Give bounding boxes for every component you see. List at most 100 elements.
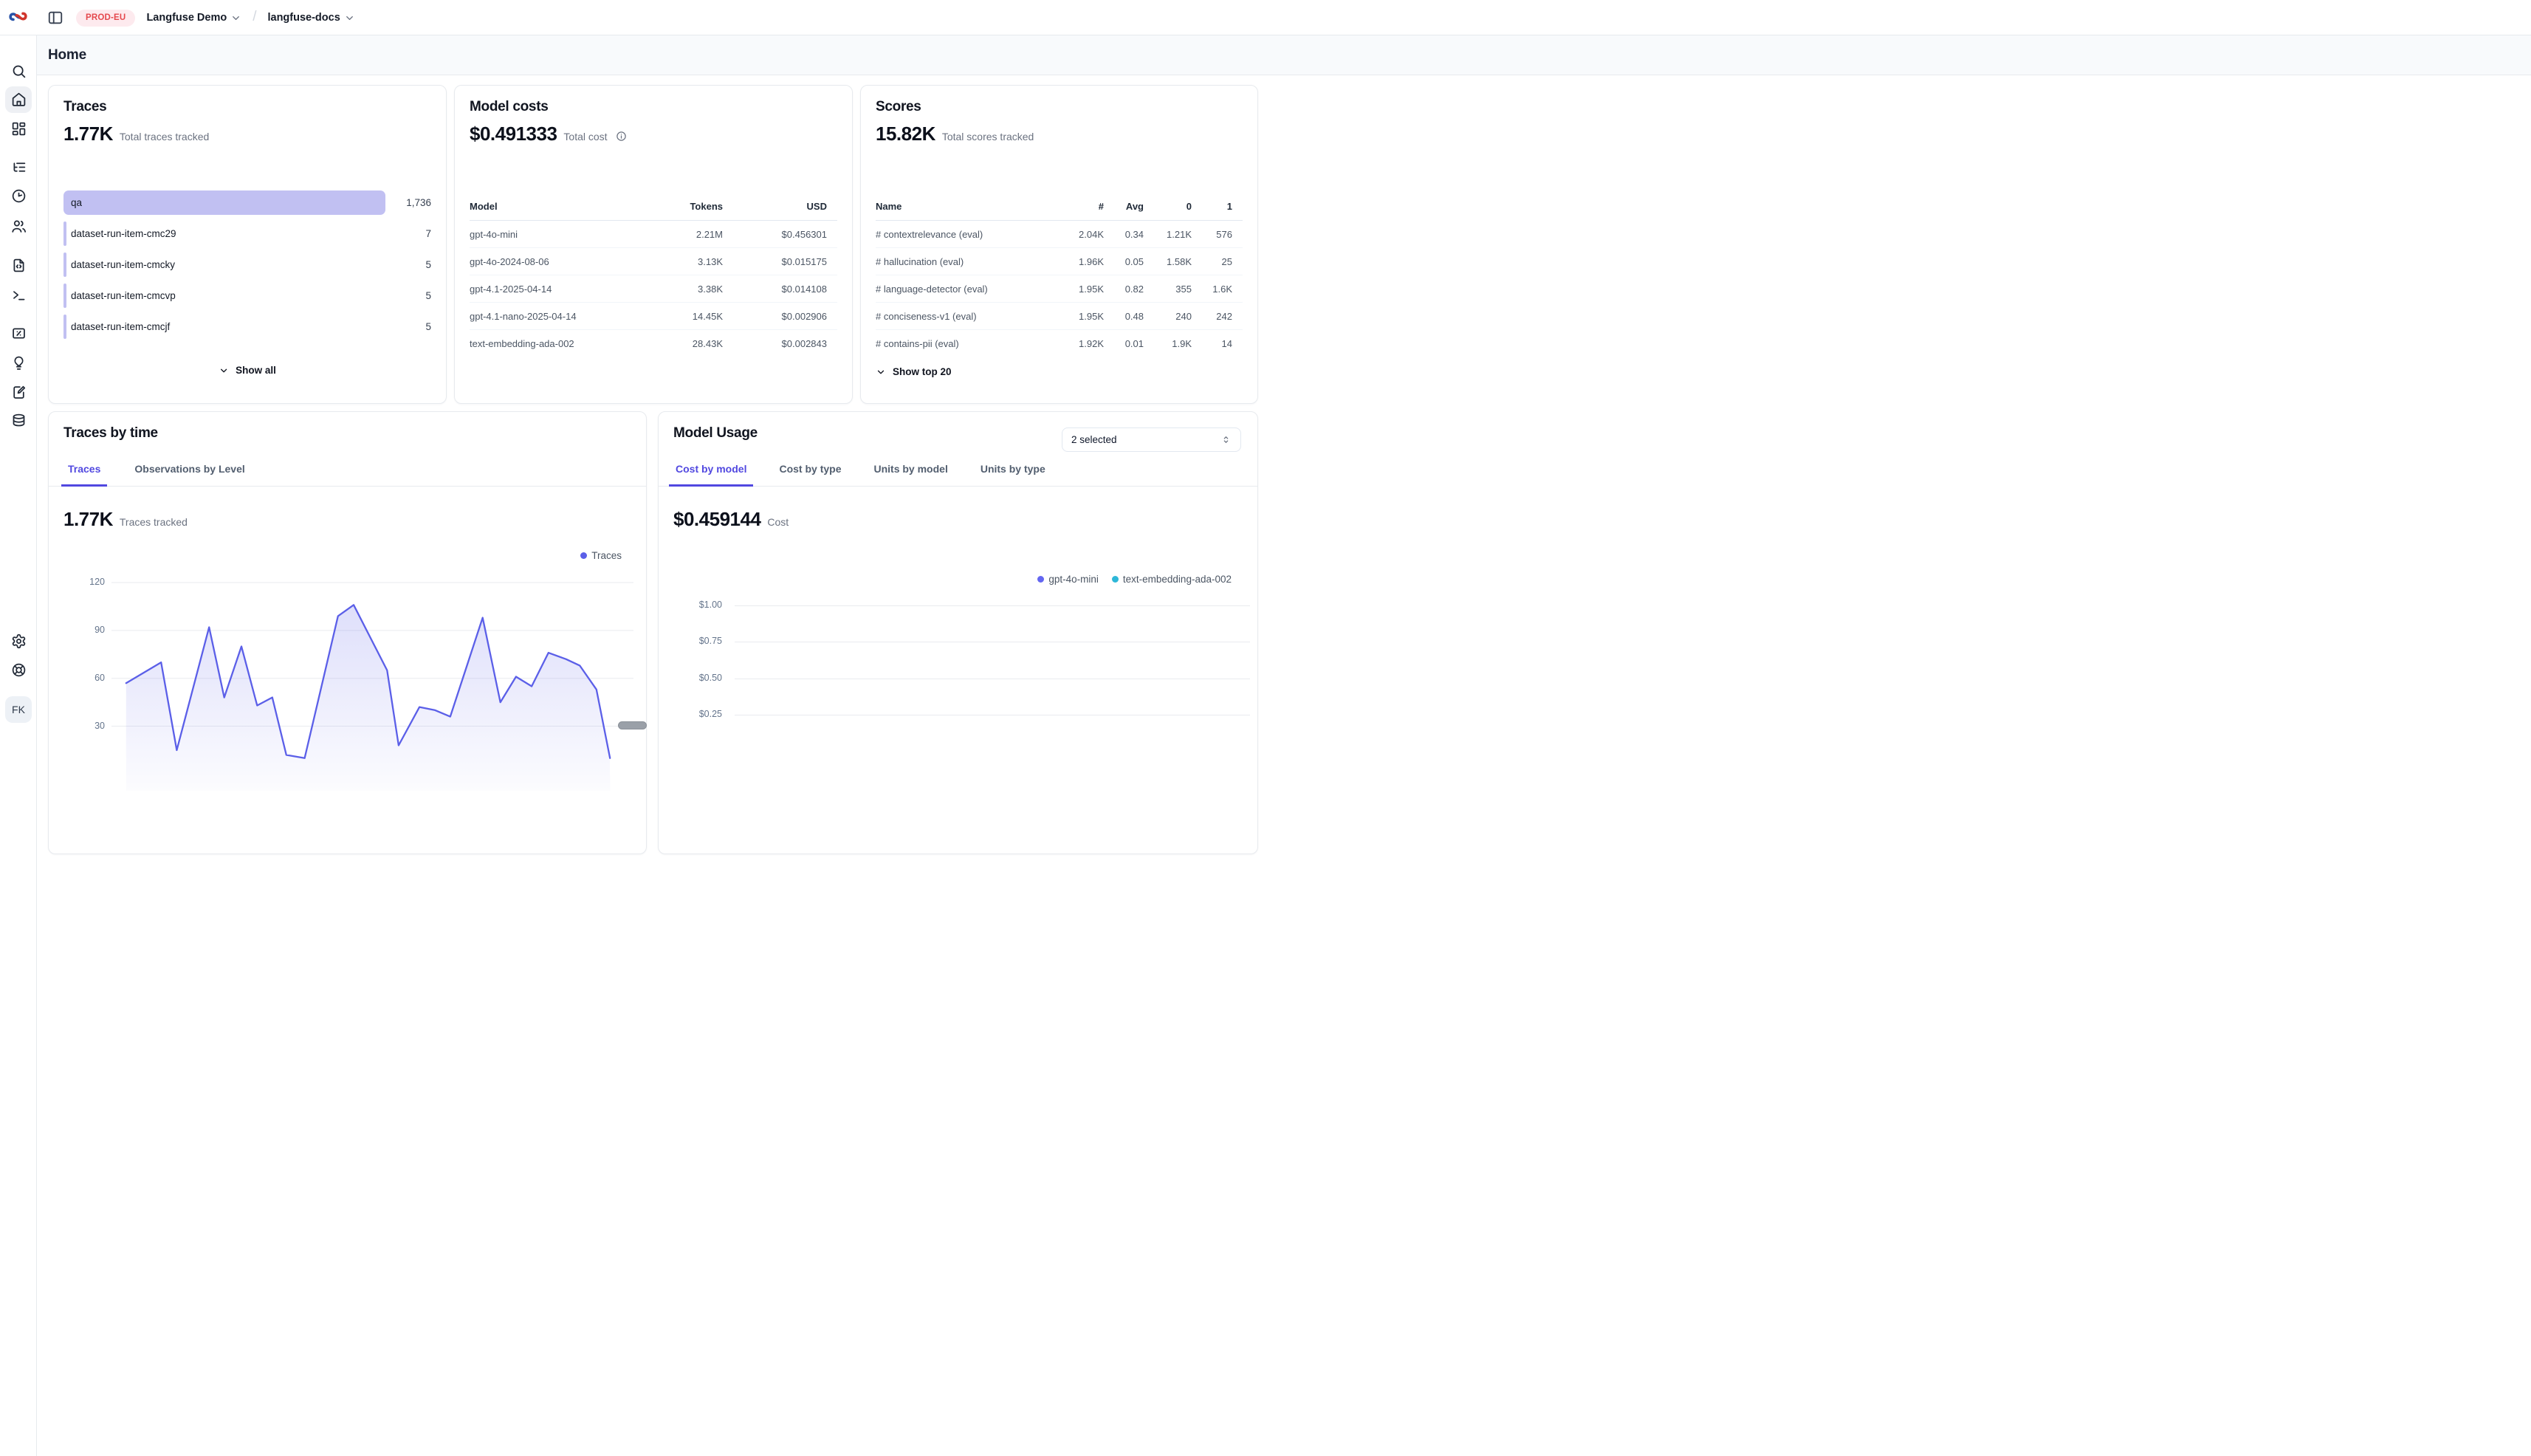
- notebook-pen-icon: [11, 385, 27, 400]
- model-cost-row: gpt-4.1-nano-2025-04-1414.45K$0.002906: [470, 303, 837, 330]
- traces-by-time-title: Traces by time: [63, 425, 158, 442]
- environment-badge: PROD-EU: [76, 10, 135, 27]
- sidebar-item-dashboards[interactable]: [5, 115, 32, 142]
- total-scores-metric: 15.82K: [876, 123, 935, 145]
- trace-name-row[interactable]: dataset-run-item-cmcjf5: [63, 315, 431, 339]
- trace-name-row[interactable]: dataset-run-item-cmcvp5: [63, 284, 431, 308]
- trace-count-bar: [63, 284, 66, 308]
- trace-name-label: dataset-run-item-cmcky: [71, 253, 175, 277]
- trace-name-row[interactable]: dataset-run-item-cmc297: [63, 222, 431, 246]
- y-axis-tick: $0.25: [673, 709, 722, 719]
- column-header: USD: [723, 201, 827, 212]
- sidebar-item-search[interactable]: [5, 58, 32, 84]
- list-tree-icon: [11, 159, 27, 175]
- legend-item: text-embedding-ada-002: [1112, 574, 1232, 585]
- y-axis-tick: 30: [71, 721, 105, 731]
- scores-card: Scores 15.82K Total scores tracked Name#…: [860, 85, 1258, 404]
- tab-units-by-model[interactable]: Units by model: [867, 463, 954, 487]
- legend-item: Traces: [580, 550, 622, 561]
- tab-units-by-type[interactable]: Units by type: [974, 463, 1052, 487]
- sidebar-item-sessions[interactable]: [5, 183, 32, 210]
- tab-traces[interactable]: Traces: [61, 463, 107, 487]
- usage-chart-legend: gpt-4o-mini text-embedding-ada-002: [1037, 574, 1232, 585]
- table-header: ModelTokensUSD: [470, 193, 837, 221]
- column-header: Name: [876, 201, 1060, 212]
- trace-name-row[interactable]: qa1,736: [63, 190, 431, 215]
- table-cell: 2.04K: [1060, 229, 1104, 240]
- chevron-down-icon: [219, 365, 229, 376]
- sidebar-item-prompts[interactable]: [5, 253, 32, 279]
- table-cell: 28.43K: [634, 338, 723, 349]
- column-header: #: [1060, 201, 1104, 212]
- langfuse-logo-icon: [8, 7, 28, 27]
- table-cell: $0.002906: [723, 311, 827, 322]
- model-usage-tabs: Cost by model Cost by type Units by model U…: [659, 463, 1257, 487]
- score-row: # conciseness-v1 (eval)1.95K0.48240242: [876, 303, 1243, 330]
- table-cell: # contains-pii (eval): [876, 338, 1060, 349]
- y-axis-tick: 120: [71, 577, 105, 587]
- traces-tracked-label: Traces tracked: [120, 516, 188, 528]
- legend-dot: [1037, 576, 1044, 583]
- trace-name-label: qa: [71, 190, 82, 215]
- model-cost-row: text-embedding-ada-00228.43K$0.002843: [470, 330, 837, 357]
- sidebar-item-home[interactable]: [5, 86, 32, 113]
- org-name: Langfuse Demo: [146, 12, 227, 24]
- y-axis-tick: 60: [71, 673, 105, 683]
- sidebar-item-users[interactable]: [5, 213, 32, 239]
- tab-observations-by-level[interactable]: Observations by Level: [128, 463, 251, 487]
- table-cell: gpt-4.1-nano-2025-04-14: [470, 311, 634, 322]
- sidebar-item-settings[interactable]: [5, 628, 32, 654]
- y-axis-tick: $0.75: [673, 636, 722, 646]
- sidebar-item-tracing[interactable]: [5, 154, 32, 180]
- table-cell: 1.96K: [1060, 256, 1104, 267]
- sidebar-item-support[interactable]: [5, 657, 32, 684]
- sidebar-item-playground[interactable]: [5, 281, 32, 308]
- table-cell: 242: [1192, 311, 1232, 322]
- table-cell: # contextrelevance (eval): [876, 229, 1060, 240]
- chevrons-up-down-icon: [1220, 434, 1232, 445]
- traces-by-time-tabs: Traces Observations by Level: [49, 463, 646, 487]
- gridline: [735, 605, 1250, 606]
- show-all-button[interactable]: Show all: [219, 365, 276, 376]
- user-avatar[interactable]: FK: [5, 696, 32, 723]
- show-top-20-button[interactable]: Show top 20: [876, 366, 952, 377]
- horizontal-scrollbar-thumb[interactable]: [618, 721, 647, 729]
- sidebar-toggle-button[interactable]: [46, 8, 65, 27]
- project-switcher[interactable]: langfuse-docs: [267, 12, 354, 24]
- topbar: PROD-EU Langfuse Demo / langfuse-docs: [0, 0, 2531, 35]
- legend-dot: [580, 552, 587, 559]
- sidebar-item-annotations[interactable]: [5, 349, 32, 376]
- tab-cost-by-type[interactable]: Cost by type: [772, 463, 848, 487]
- model-costs-card: Model costs $0.491333 Total cost ModelTo…: [454, 85, 853, 404]
- main-area: Home Traces 1.77K Total traces tracked q…: [37, 35, 2531, 1456]
- legend-label: gpt-4o-mini: [1048, 574, 1099, 585]
- scores-card-title: Scores: [876, 99, 921, 115]
- y-axis-tick: 90: [71, 625, 105, 635]
- traces-by-time-card: Traces by time Traces Observations by Lev…: [48, 411, 647, 854]
- table-cell: 14: [1192, 338, 1232, 349]
- model-usage-card: Model Usage 2 selected Cost by modelCost…: [658, 411, 1258, 854]
- traces-bar-list: qa1,736 dataset-run-item-cmc297 dataset-ru…: [63, 190, 431, 346]
- terminal-icon: [11, 287, 27, 303]
- chevron-down-icon: [876, 367, 886, 377]
- column-header: Model: [470, 201, 634, 212]
- legend-label: text-embedding-ada-002: [1123, 574, 1232, 585]
- sidebar-item-evaluation[interactable]: [5, 320, 32, 347]
- chevron-down-icon: [344, 13, 355, 24]
- model-select[interactable]: 2 selected: [1062, 427, 1241, 452]
- tab-cost-by-model[interactable]: Cost by model: [669, 463, 753, 487]
- sidebar-item-datasets[interactable]: [5, 379, 32, 405]
- traces-tracked-metric: 1.77K: [63, 508, 113, 531]
- trace-count-bar: [63, 190, 385, 215]
- table-cell: 25: [1192, 256, 1232, 267]
- trace-name-row[interactable]: dataset-run-item-cmcky5: [63, 253, 431, 277]
- table-cell: 240: [1144, 311, 1192, 322]
- table-cell: 14.45K: [634, 311, 723, 322]
- org-switcher[interactable]: Langfuse Demo: [146, 12, 241, 24]
- info-icon[interactable]: [616, 131, 627, 145]
- model-cost-row: gpt-4o-mini2.21M$0.456301: [470, 221, 837, 248]
- sidebar-item-database[interactable]: [5, 408, 32, 434]
- table-cell: 1.6K: [1192, 284, 1232, 295]
- table-cell: 3.38K: [634, 284, 723, 295]
- table-cell: 1.21K: [1144, 229, 1192, 240]
